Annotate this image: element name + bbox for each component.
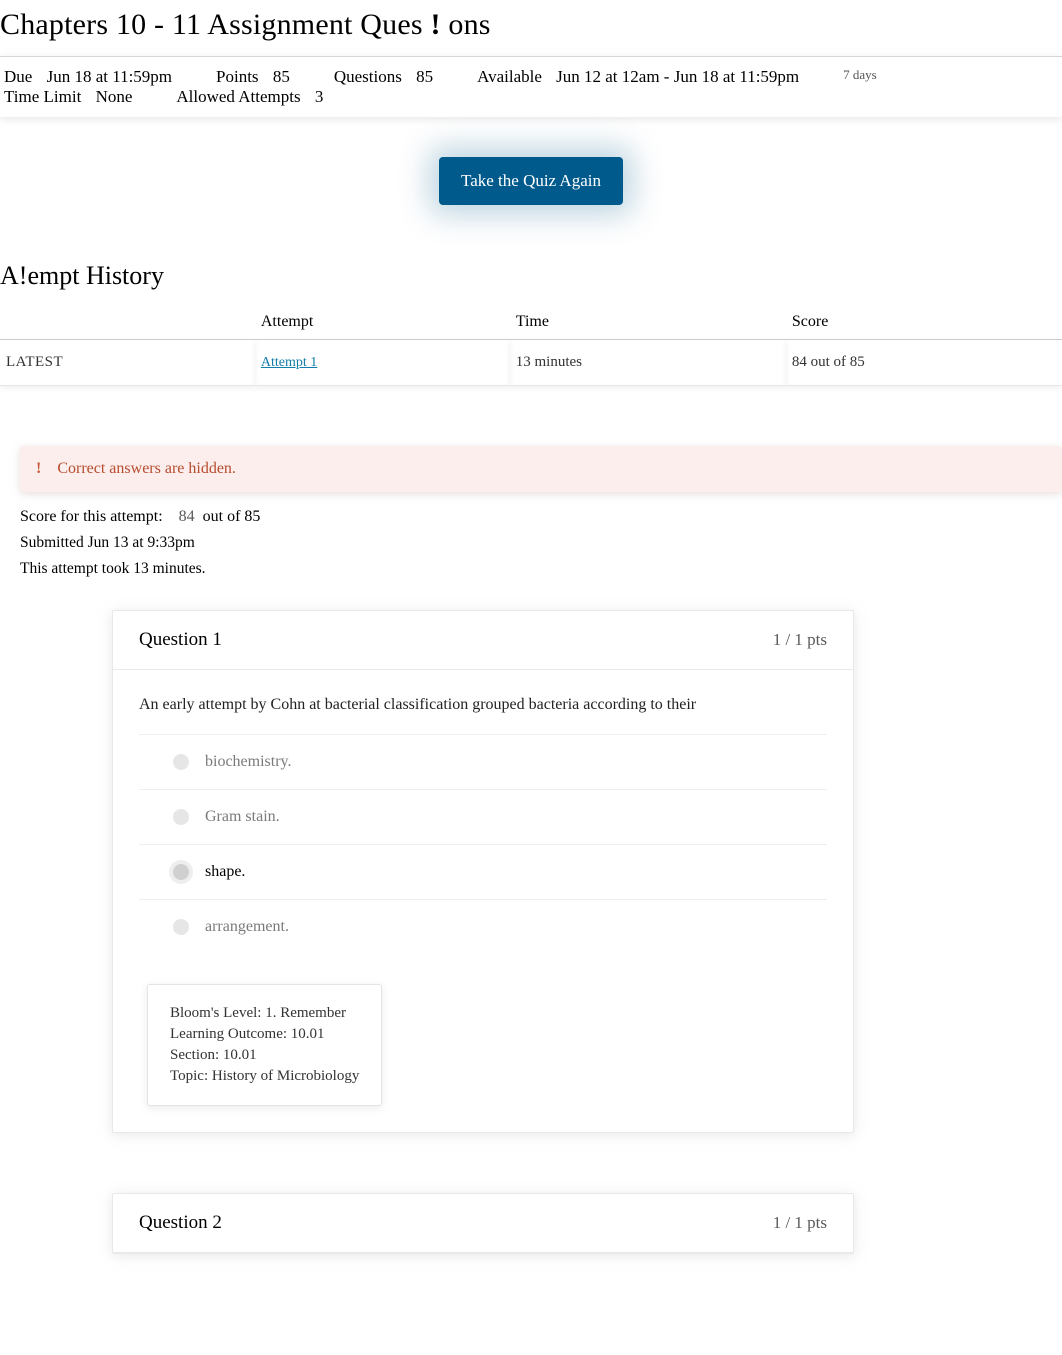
meta-line: Topic: History of Microbiology <box>170 1066 359 1087</box>
answer-option-selected: shape. <box>139 844 827 899</box>
meta-due-value: Jun 18 at 11:59pm <box>47 67 172 86</box>
attempt-score: 84 out of 85 <box>786 340 1062 386</box>
radio-icon <box>173 864 189 880</box>
attempt-history-heading: A!empt History <box>0 255 1062 305</box>
meta-allowed: Allowed Attempts 3 <box>172 87 323 107</box>
answer-text: arrangement. <box>205 918 289 936</box>
question-prompt: An early attempt by Cohn at bacterial cl… <box>113 670 853 724</box>
history-header-blank <box>0 305 255 340</box>
meta-timelimit-label: Time Limit <box>4 87 81 106</box>
meta-line: Bloom's Level: 1. Remember <box>170 1003 359 1024</box>
history-header-time: Time <box>510 305 786 340</box>
question-header: Question 2 1 / 1 pts <box>113 1194 853 1253</box>
score-for-attempt: Score for this attempt: 84 out of 85 <box>20 504 1062 530</box>
attempt-history-suffix: empt History <box>27 261 164 290</box>
meta-timelimit: Time Limit None <box>0 87 132 107</box>
answer-text: Gram stain. <box>205 808 280 826</box>
alert-icon: ! <box>36 460 41 478</box>
answer-option: biochemistry. <box>139 734 827 789</box>
meta-points-label: Points <box>216 67 259 86</box>
score-value: 84 <box>179 508 195 525</box>
meta-line: Learning Outcome: 10.01 <box>170 1024 359 1045</box>
attempt-duration-line: This attempt took 13 minutes. <box>20 556 1062 582</box>
hidden-banner-text: Correct answers are hidden. <box>57 460 236 478</box>
answer-text: biochemistry. <box>205 753 292 771</box>
meta-questions: Questions 85 <box>330 67 433 87</box>
meta-available-days: 7 days <box>839 67 877 87</box>
meta-allowed-label: Allowed Attempts <box>176 87 300 106</box>
page-title-suffix: ons <box>448 8 490 41</box>
attempt-link[interactable]: Attempt 1 <box>261 355 317 370</box>
meta-points: Points 85 <box>212 67 290 87</box>
question-points: 1 / 1 pts <box>773 630 827 650</box>
attempt-time: 13 minutes <box>510 340 786 386</box>
meta-due: Due Jun 18 at 11:59pm <box>0 67 172 87</box>
answer-text: shape. <box>205 863 245 881</box>
attempt-history-prefix: A <box>0 261 19 290</box>
meta-available: Available Jun 12 at 12am - Jun 18 at 11:… <box>473 67 799 87</box>
correct-answers-hidden-banner: ! Correct answers are hidden. <box>20 446 1062 492</box>
meta-due-label: Due <box>4 67 32 86</box>
answer-option: Gram stain. <box>139 789 827 844</box>
meta-allowed-value: 3 <box>315 87 324 106</box>
submitted-line: Submitted Jun 13 at 9:33pm <box>20 530 1062 556</box>
meta-points-value: 85 <box>273 67 290 86</box>
meta-questions-value: 85 <box>416 67 433 86</box>
meta-timelimit-value: None <box>96 87 133 106</box>
page-title: Chapters 10 - 11 Assignment Ques ! ons <box>0 0 1062 56</box>
question-card-2: Question 2 1 / 1 pts <box>112 1193 854 1254</box>
meta-line: Section: 10.01 <box>170 1045 359 1066</box>
score-label: Score for this attempt: <box>20 508 163 525</box>
take-quiz-again-button[interactable]: Take the Quiz Again <box>439 157 623 205</box>
chevron-down-icon: ! <box>430 8 440 42</box>
quiz-meta-bar: Due Jun 18 at 11:59pm Points 85 Question… <box>0 56 1062 117</box>
meta-available-value: Jun 12 at 12am - Jun 18 at 11:59pm <box>556 67 799 86</box>
meta-questions-label: Questions <box>334 67 402 86</box>
score-suffix: out of 85 <box>203 508 261 525</box>
radio-icon <box>173 809 189 825</box>
attempt-history-table: Attempt Time Score LATEST Attempt 1 13 m… <box>0 305 1062 386</box>
meta-available-label: Available <box>477 67 542 86</box>
page-title-prefix: Chapters 10 - 11 Assignment Ques <box>0 8 423 41</box>
table-row: LATEST Attempt 1 13 minutes 84 out of 85 <box>0 340 1062 386</box>
question-title: Question 2 <box>139 1212 222 1234</box>
history-header-score: Score <box>786 305 1062 340</box>
radio-icon <box>173 919 189 935</box>
question-header: Question 1 1 / 1 pts <box>113 611 853 670</box>
answer-list: biochemistry. Gram stain. shape. arrange… <box>113 724 853 984</box>
question-meta-box: Bloom's Level: 1. Remember Learning Outc… <box>147 984 382 1106</box>
results-block: ! Correct answers are hidden. Score for … <box>0 386 1062 582</box>
radio-icon <box>173 754 189 770</box>
latest-badge: LATEST <box>0 340 255 386</box>
history-header-attempt: Attempt <box>255 305 510 340</box>
question-card-1: Question 1 1 / 1 pts An early attempt by… <box>112 610 854 1133</box>
question-title: Question 1 <box>139 629 222 651</box>
question-points: 1 / 1 pts <box>773 1213 827 1233</box>
answer-option: arrangement. <box>139 899 827 954</box>
